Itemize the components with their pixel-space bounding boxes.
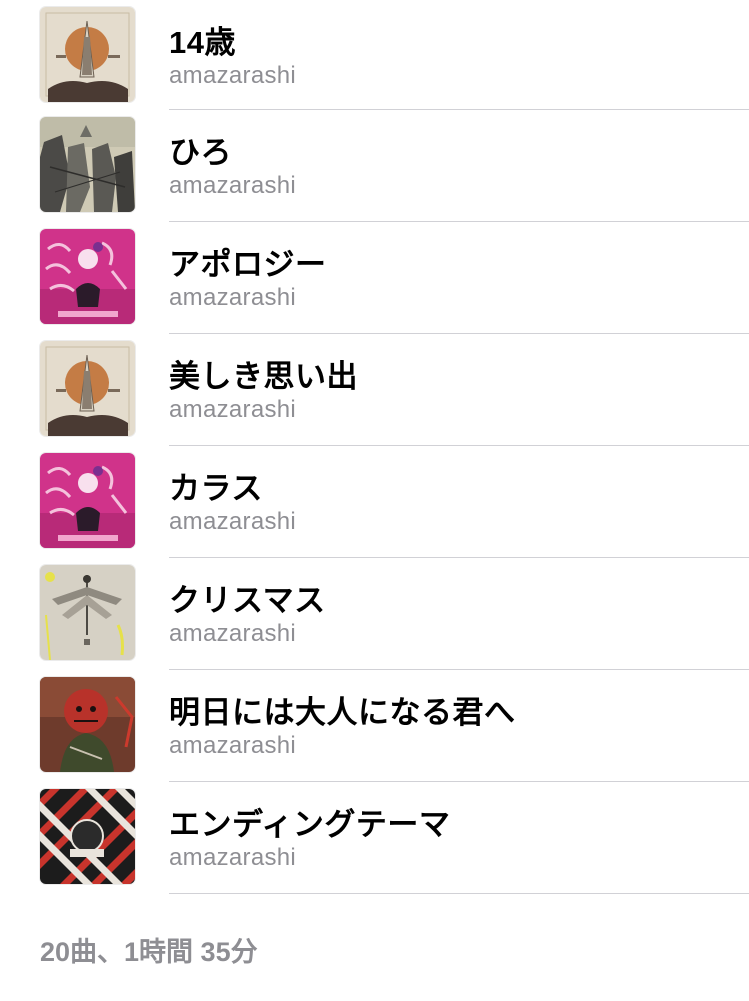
track-title: クリスマス: [169, 583, 326, 618]
album-artwork: [40, 7, 135, 102]
track-artist: amazarashi: [169, 396, 297, 423]
track-title: カラス: [169, 471, 263, 506]
track-title: 明日には大人になる君へ: [169, 695, 516, 730]
album-grey-wings-art: [40, 565, 135, 660]
track-row[interactable]: クリスマス amazarashi: [0, 558, 749, 670]
album-red-stripes-art: [40, 789, 135, 884]
track-row[interactable]: ひろ amazarashi: [0, 110, 749, 222]
album-artwork: [40, 117, 135, 212]
album-artwork: [40, 453, 135, 548]
track-title: アポロジー: [169, 247, 327, 282]
track-title: エンディングテーマ: [169, 807, 451, 842]
track-artist: amazarashi: [169, 620, 297, 647]
track-artist: amazarashi: [169, 62, 297, 89]
album-artwork: [40, 677, 135, 772]
album-red-mask-art: [40, 677, 135, 772]
track-row[interactable]: アポロジー amazarashi: [0, 222, 749, 334]
album-artwork: [40, 341, 135, 436]
album-artwork: [40, 565, 135, 660]
track-title: 14歳: [169, 25, 236, 60]
track-artist: amazarashi: [169, 844, 297, 871]
track-artist: amazarashi: [169, 508, 297, 535]
track-artist: amazarashi: [169, 172, 297, 199]
track-row[interactable]: 美しき思い出 amazarashi: [0, 334, 749, 446]
track-row[interactable]: 14歳 amazarashi: [0, 0, 749, 110]
album-grey-figures-art: [40, 117, 135, 212]
row-separator: [169, 893, 749, 894]
track-title: ひろ: [169, 135, 232, 170]
album-artwork: [40, 789, 135, 884]
track-title: 美しき思い出: [169, 359, 358, 394]
track-artist: amazarashi: [169, 284, 297, 311]
album-magenta-art: [40, 453, 135, 548]
track-row[interactable]: カラス amazarashi: [0, 446, 749, 558]
track-artist: amazarashi: [169, 732, 297, 759]
album-beige-sun-art: [40, 7, 135, 102]
album-magenta-art: [40, 229, 135, 324]
album-beige-sun-art: [40, 341, 135, 436]
playlist-summary: 20曲、1時間 35分: [40, 937, 258, 967]
track-list: 14歳 amazarashi ひろ amazarashi アポロジー amaza…: [0, 0, 749, 894]
track-row[interactable]: エンディングテーマ amazarashi: [0, 782, 749, 894]
album-artwork: [40, 229, 135, 324]
track-row[interactable]: 明日には大人になる君へ amazarashi: [0, 670, 749, 782]
